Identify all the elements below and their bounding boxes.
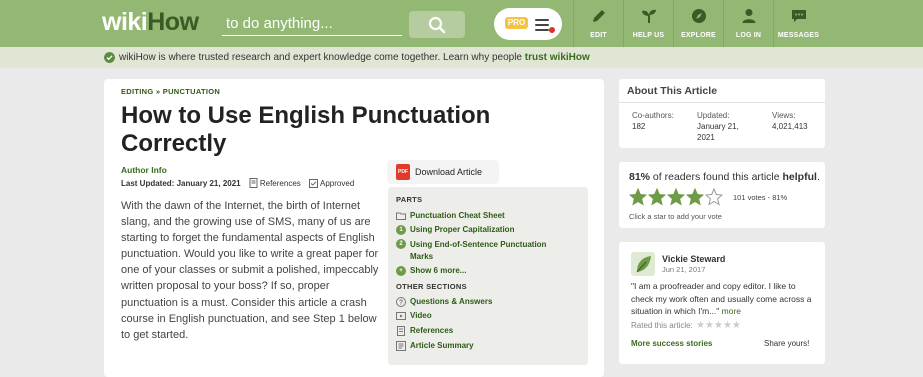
star-icon[interactable] [629,188,647,206]
toc-item-summary[interactable]: Article Summary [396,341,474,351]
pro-badge: PRO [505,17,528,29]
leaf-avatar-icon [636,256,651,273]
other-sections-heading: OTHER SECTIONS [396,282,467,291]
breadcrumb-editing[interactable]: EDITING [121,87,154,96]
toc-item-part-2[interactable]: 2 Using End-of-Sentence Punctuation Mark… [396,239,566,263]
trust-banner: wikiHow is where trusted research and ex… [0,47,923,68]
last-updated-date: January 21, 2021 [176,178,241,188]
avatar [631,252,655,276]
helpful-summary: 81% of readers found this article helpfu… [629,171,820,183]
last-updated-label: Last Updated: [121,178,175,188]
more-success-stories-link[interactable]: More success stories [631,339,712,348]
article-meta: Last Updated: January 21, 2021 Reference… [121,178,354,188]
hamburger-icon [535,19,555,34]
breadcrumb-separator: » [155,87,163,96]
breadcrumb-punctuation[interactable]: PUNCTUATION [163,87,220,96]
nav-edit[interactable]: EDIT [573,0,623,47]
toc-item-qa[interactable]: ? Questions & Answers [396,297,492,307]
document-icon [397,326,405,336]
toc-item-part-1[interactable]: 1 Using Proper Capitalization [396,225,514,235]
search-icon [428,16,446,33]
article-card: EDITING » PUNCTUATION How to Use English… [104,79,604,377]
toc-item-video[interactable]: Video [396,311,432,321]
top-header: wikiHow PRO EDIT HELP US EXPLORE LOG IN … [0,0,923,47]
nav-help-us[interactable]: HELP US [623,0,673,47]
reviewer-name: Vickie Steward [662,254,726,264]
rating-stars[interactable] [629,188,724,206]
parts-heading: PARTS [396,195,423,204]
share-yours-link[interactable]: Share yours! [764,339,809,348]
folder-icon [396,212,406,220]
nav-log-in[interactable]: LOG IN [723,0,773,47]
nav-messages[interactable]: MESSAGES [773,0,823,47]
compass-icon [691,9,706,23]
references-link[interactable]: References [249,178,301,188]
page-title: How to Use English Punctuation Correctly [121,102,491,157]
document-icon [249,178,258,188]
pencil-icon [592,10,605,22]
about-heading: About This Article [619,79,825,103]
toc-show-more[interactable]: + Show 6 more... [396,266,466,276]
star-icon[interactable] [686,188,704,206]
check-circle-icon [104,52,115,63]
user-icon [742,9,755,23]
download-article-button[interactable]: PDF Download Article [387,160,499,184]
pdf-icon: PDF [396,164,410,180]
trust-text: wikiHow is where trusted research and ex… [119,52,590,63]
breadcrumb: EDITING » PUNCTUATION [121,87,220,96]
download-label: Download Article [415,167,483,177]
part-number-badge: 1 [396,225,406,235]
wikihow-logo[interactable]: wikiHow [102,8,199,37]
video-icon [396,312,406,320]
views-stat: Views: 4,021,413 [772,111,808,131]
checkbox-icon [308,178,318,188]
review-box: Vickie Steward Jun 21, 2017 "I am a proo… [619,242,825,364]
part-number-badge: 2 [396,239,406,249]
nav-explore[interactable]: EXPLORE [673,0,723,47]
plus-icon: + [396,266,406,276]
toc-item-references[interactable]: References [396,326,453,336]
rate-hint: Click a star to add your vote [629,212,722,221]
author-info-link[interactable]: Author Info [121,165,167,175]
search-button[interactable] [409,11,465,38]
vote-count: 101 votes - 81% [733,193,788,202]
review-quote: "I am a proofreader and copy editor. I l… [631,281,812,316]
review-date: Jun 21, 2017 [662,265,706,274]
star-icon[interactable] [705,188,723,206]
question-icon: ? [396,297,406,307]
summary-icon [396,341,406,351]
trust-link[interactable]: trust wikiHow [525,52,590,63]
approved-badge[interactable]: Approved [308,178,354,188]
sprout-icon [641,9,656,23]
chat-icon [791,10,806,22]
svg-text:?: ? [399,300,403,307]
review-rating: Rated this article: ★★★★★ [631,320,741,331]
helpful-box: 81% of readers found this article helpfu… [619,162,825,228]
table-of-contents: PARTS Punctuation Cheat Sheet 1 Using Pr… [388,187,588,365]
updated-stat: Updated: January 21, 2021 [697,111,739,142]
article-intro: With the dawn of the Internet, the birth… [121,200,379,341]
star-icon[interactable] [667,188,685,206]
star-icon[interactable] [648,188,666,206]
notification-dot [549,27,555,33]
review-more-link[interactable]: more [722,306,741,316]
search-input[interactable] [222,11,402,36]
toc-item-cheat-sheet[interactable]: Punctuation Cheat Sheet [396,211,505,221]
coauthors-stat: Co-authors: 182 [632,111,674,131]
about-article-box: About This Article Co-authors: 182 Update… [619,79,825,148]
pro-menu-button[interactable]: PRO [494,8,562,40]
